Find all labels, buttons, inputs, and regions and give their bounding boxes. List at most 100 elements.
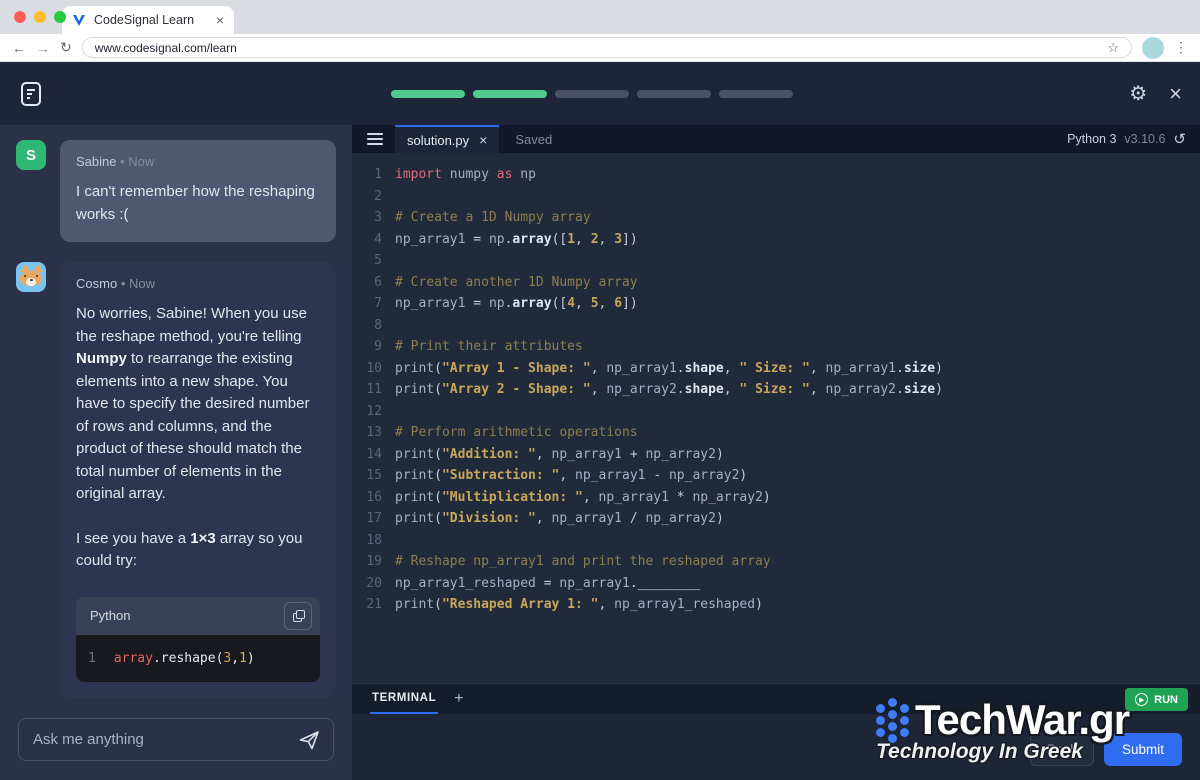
- line-number: 5: [352, 250, 382, 272]
- chat-input-box[interactable]: [18, 718, 334, 761]
- author-name: Sabine: [76, 154, 116, 169]
- codesignal-favicon: [72, 13, 86, 27]
- back-icon[interactable]: ←: [12, 40, 26, 56]
- code-line[interactable]: 5: [352, 250, 1200, 272]
- window-controls[interactable]: [14, 11, 66, 23]
- author-name: Cosmo: [76, 276, 117, 291]
- paragraph: I can't remember how the reshaping works…: [76, 181, 320, 226]
- code-line[interactable]: 12: [352, 401, 1200, 423]
- browser-tab-title: CodeSignal Learn: [94, 13, 208, 27]
- line-number: 4: [352, 229, 382, 251]
- code-line[interactable]: 15print("Subtraction: ", np_array1 - np_…: [352, 465, 1200, 487]
- code-language-label: Python: [90, 608, 284, 623]
- chat-message-cosmo: Cosmo • Now No worries, Sabine! When you…: [16, 262, 336, 698]
- code-line[interactable]: 1import numpy as np: [352, 164, 1200, 186]
- code-line[interactable]: 7np_array1 = np.array([4, 5, 6]): [352, 293, 1200, 315]
- line-number: 13: [352, 422, 382, 444]
- line-number: 3: [352, 207, 382, 229]
- code-line[interactable]: 9# Print their attributes: [352, 336, 1200, 358]
- back-button[interactable]: Back: [1030, 733, 1094, 766]
- browser-chrome: CodeSignal Learn × ← → ↻ www.codesignal.…: [0, 0, 1200, 62]
- line-number: 2: [352, 186, 382, 208]
- lesson-notes-icon[interactable]: [18, 80, 44, 108]
- bookmark-star-icon[interactable]: ☆: [1107, 40, 1119, 56]
- code-line[interactable]: 8: [352, 315, 1200, 337]
- chat-code-header: Python: [76, 597, 320, 635]
- paragraph: No worries, Sabine! When you use the res…: [76, 303, 320, 506]
- reload-icon[interactable]: ↻: [60, 39, 72, 56]
- browser-toolbar: ← → ↻ www.codesignal.com/learn ☆ ⋮: [0, 34, 1200, 62]
- line-number: 6: [352, 272, 382, 294]
- code-line[interactable]: 17print("Division: ", np_array1 / np_arr…: [352, 508, 1200, 530]
- close-window-button[interactable]: [14, 11, 26, 23]
- code-editor[interactable]: 1import numpy as np23# Create a 1D Numpy…: [352, 153, 1200, 683]
- editor-tab-label: solution.py: [407, 133, 469, 148]
- editor-panel: solution.py × Saved Python 3 v3.10.6 ↺ 1…: [352, 125, 1200, 780]
- terminal-tab[interactable]: TERMINAL: [370, 684, 438, 714]
- line-number: 1: [352, 164, 382, 186]
- chat-code-card: Python 1 array.reshape(3,1): [76, 597, 320, 682]
- line-number: 20: [352, 573, 382, 595]
- browser-tab-strip: CodeSignal Learn ×: [0, 0, 1200, 34]
- copy-code-button[interactable]: [284, 602, 312, 630]
- code-line-number: 1: [88, 651, 96, 666]
- run-button[interactable]: ▶ RUN: [1125, 688, 1188, 711]
- code-line[interactable]: 10print("Array 1 - Shape: ", np_array1.s…: [352, 358, 1200, 380]
- editor-tab-solution[interactable]: solution.py ×: [395, 125, 499, 153]
- terminal-footer: Back Submit: [1030, 733, 1182, 766]
- runtime-name: Python 3: [1067, 132, 1116, 146]
- code-line[interactable]: 6# Create another 1D Numpy array: [352, 272, 1200, 294]
- progress-segment: [555, 90, 629, 98]
- maximize-window-button[interactable]: [54, 11, 66, 23]
- chat-sidebar: S Sabine • Now I can't remember how the …: [0, 125, 352, 780]
- tab-close-icon[interactable]: ×: [216, 13, 224, 27]
- browser-menu-icon[interactable]: ⋮: [1174, 39, 1188, 56]
- code-line[interactable]: 2: [352, 186, 1200, 208]
- terminal-panel: TERMINAL + ▶ RUN Back Submit: [352, 683, 1200, 780]
- submit-button[interactable]: Submit: [1104, 733, 1182, 766]
- browser-profile-avatar[interactable]: [1142, 37, 1164, 59]
- saved-status: Saved: [515, 132, 552, 147]
- code-line[interactable]: 14print("Addition: ", np_array1 + np_arr…: [352, 444, 1200, 466]
- cosmo-bubble: Cosmo • Now No worries, Sabine! When you…: [60, 262, 336, 698]
- code-line[interactable]: 21print("Reshaped Array 1: ", np_array1_…: [352, 594, 1200, 616]
- chat-code-line: array.reshape(3,1): [114, 651, 255, 666]
- code-line[interactable]: 20np_array1_reshaped = np_array1._______…: [352, 573, 1200, 595]
- settings-gear-icon[interactable]: ⚙: [1129, 81, 1147, 106]
- line-number: 19: [352, 551, 382, 573]
- line-number: 21: [352, 594, 382, 616]
- ask-input[interactable]: [33, 731, 297, 748]
- line-number: 18: [352, 530, 382, 552]
- editor-tab-close-icon[interactable]: ×: [479, 132, 487, 148]
- address-bar[interactable]: www.codesignal.com/learn ☆: [82, 37, 1132, 58]
- line-number: 14: [352, 444, 382, 466]
- app-header: ⚙ ×: [0, 62, 1200, 125]
- reset-code-icon[interactable]: ↺: [1173, 130, 1186, 148]
- minimize-window-button[interactable]: [34, 11, 46, 23]
- url-text[interactable]: www.codesignal.com/learn: [95, 41, 1100, 55]
- message-header: Cosmo • Now: [76, 276, 320, 291]
- code-line[interactable]: 13# Perform arithmetic operations: [352, 422, 1200, 444]
- forward-icon[interactable]: →: [36, 40, 50, 56]
- line-number: 11: [352, 379, 382, 401]
- file-menu-icon[interactable]: [367, 125, 383, 153]
- paragraph: I see you have a 1×3 array so you could …: [76, 528, 320, 573]
- new-terminal-plus-icon[interactable]: +: [454, 690, 463, 708]
- progress-segment: [391, 90, 465, 98]
- line-number: 8: [352, 315, 382, 337]
- message-text: No worries, Sabine! When you use the res…: [76, 303, 320, 573]
- line-number: 7: [352, 293, 382, 315]
- code-line[interactable]: 18: [352, 530, 1200, 552]
- message-time: Now: [128, 154, 154, 169]
- send-icon[interactable]: [297, 728, 321, 752]
- close-lesson-icon[interactable]: ×: [1169, 83, 1182, 105]
- code-line[interactable]: 11print("Array 2 - Shape: ", np_array2.s…: [352, 379, 1200, 401]
- code-line[interactable]: 19# Reshape np_array1 and print the resh…: [352, 551, 1200, 573]
- browser-tab[interactable]: CodeSignal Learn ×: [62, 6, 234, 34]
- code-line[interactable]: 4np_array1 = np.array([1, 2, 3]): [352, 229, 1200, 251]
- progress-segment: [473, 90, 547, 98]
- code-line[interactable]: 3# Create a 1D Numpy array: [352, 207, 1200, 229]
- code-line[interactable]: 16print("Multiplication: ", np_array1 * …: [352, 487, 1200, 509]
- progress-bar: [391, 90, 793, 98]
- message-time: Now: [129, 276, 155, 291]
